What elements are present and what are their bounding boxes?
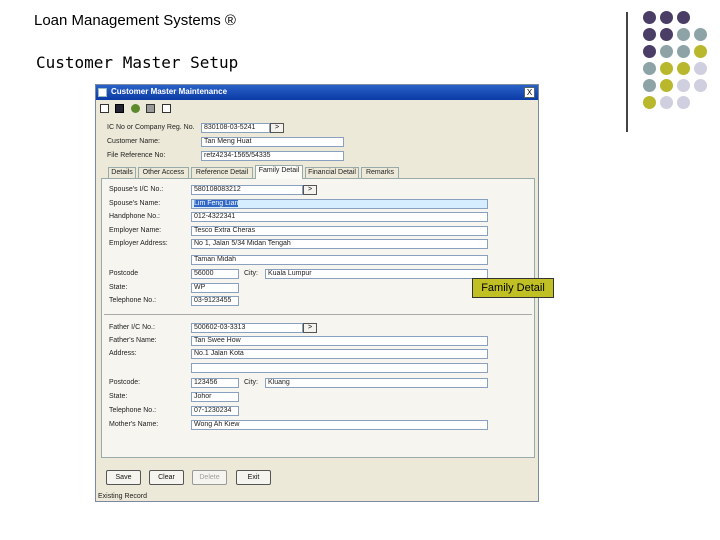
- father-ic-field[interactable]: 500602-03-3313: [191, 323, 303, 333]
- decor-dot: [660, 62, 673, 75]
- father-address-line1-field[interactable]: No.1 Jalan Kota: [191, 349, 488, 359]
- decor-dot: [694, 45, 707, 58]
- spouse-telephone-label: Telephone No.:: [109, 297, 157, 304]
- decor-dot: [643, 28, 656, 41]
- decor-dot: [694, 79, 707, 92]
- decor-dot: [643, 62, 656, 75]
- spouse-name-value: Lim Feng Lian: [194, 200, 239, 207]
- father-city-field[interactable]: Kluang: [265, 378, 488, 388]
- employer-address-label: Employer Address:: [109, 240, 168, 247]
- handphone-field[interactable]: 012-4322341: [191, 212, 488, 222]
- ic-lookup-button[interactable]: >: [270, 123, 284, 133]
- decor-dot: [677, 96, 690, 109]
- father-state-field[interactable]: Johor: [191, 392, 239, 402]
- decor-dot: [677, 79, 690, 92]
- new-icon[interactable]: [100, 104, 109, 113]
- section-divider: [104, 314, 532, 315]
- decor-dot: [643, 96, 656, 109]
- father-telephone-label: Telephone No.:: [109, 407, 157, 414]
- decor-dot: [677, 28, 690, 41]
- slide-subtitle: Customer Master Setup: [36, 53, 239, 72]
- decor-dot: [643, 11, 656, 24]
- tab-details[interactable]: Details: [108, 167, 136, 178]
- tab-remarks[interactable]: Remarks: [361, 167, 399, 178]
- print-icon[interactable]: [146, 104, 155, 113]
- decor-dot: [677, 11, 690, 24]
- father-state-label: State:: [109, 393, 128, 400]
- decor-dot: [677, 62, 690, 75]
- spouse-postcode-label: Postcode: [109, 270, 139, 277]
- tab-reference-detail[interactable]: Reference Detail: [191, 167, 253, 178]
- decor-dot: [660, 11, 673, 24]
- customer-name-label: Customer Name:: [107, 138, 160, 145]
- decor-dot: [660, 28, 673, 41]
- spouse-name-label: Spouse's Name:: [109, 200, 161, 207]
- father-postcode-field[interactable]: 123456: [191, 378, 239, 388]
- father-address-line2-field[interactable]: [191, 363, 488, 373]
- employer-address-line1-field[interactable]: No 1, Jalan 5/34 Midan Tengah: [191, 239, 488, 249]
- decor-dot: [660, 45, 673, 58]
- exit-icon[interactable]: [162, 104, 171, 113]
- decor-dot: [694, 62, 707, 75]
- tab-family-detail[interactable]: Family Detail: [255, 165, 303, 179]
- father-telephone-field[interactable]: 07-1230234: [191, 406, 239, 416]
- clear-button[interactable]: Clear: [149, 470, 184, 485]
- handphone-label: Handphone No.:: [109, 213, 160, 220]
- decor-dot: [660, 79, 673, 92]
- decor-dot: [694, 28, 707, 41]
- spouse-city-field[interactable]: Kuala Lumpur: [265, 269, 488, 279]
- employer-name-field[interactable]: Tesco Extra Cheras: [191, 226, 488, 236]
- decor-dot: [643, 79, 656, 92]
- decor-dot: [677, 45, 690, 58]
- spouse-telephone-field[interactable]: 03-9123455: [191, 296, 239, 306]
- spouse-ic-field[interactable]: 580108083212: [191, 185, 303, 195]
- ic-no-label: IC No or Company Reg. No.: [107, 124, 195, 131]
- father-name-field[interactable]: Tan Swee How: [191, 336, 488, 346]
- father-ic-lookup-button[interactable]: >: [303, 323, 317, 333]
- decor-dot: [660, 96, 673, 109]
- delete-button[interactable]: Delete: [192, 470, 227, 485]
- ic-no-field[interactable]: 830108-03-5241: [201, 123, 270, 133]
- spouse-state-field[interactable]: WP: [191, 283, 239, 293]
- mother-name-label: Mother's Name:: [109, 421, 159, 428]
- save-button[interactable]: Save: [106, 470, 141, 485]
- app-icon: [98, 88, 107, 97]
- spouse-ic-label: Spouse's I/C No.:: [109, 186, 164, 193]
- spouse-name-field[interactable]: Lim Feng Lian: [191, 199, 488, 209]
- tab-financial-detail[interactable]: Financial Detail: [305, 167, 359, 178]
- decor-divider: [626, 12, 628, 132]
- window-titlebar: Customer Master Maintenance X: [96, 85, 538, 100]
- father-postcode-label: Postcode:: [109, 379, 141, 386]
- edit-icon[interactable]: [131, 104, 140, 113]
- employer-name-label: Employer Name:: [109, 227, 162, 234]
- spouse-postcode-field[interactable]: 56000: [191, 269, 239, 279]
- father-city-label: City:: [244, 379, 258, 386]
- father-address-label: Address:: [109, 350, 137, 357]
- father-ic-label: Father I/C No.:: [109, 324, 155, 331]
- save-icon[interactable]: [115, 104, 124, 113]
- status-bar-text: Existing Record: [98, 493, 148, 500]
- mother-name-field[interactable]: Wong Ah Kiew: [191, 420, 488, 430]
- father-name-label: Father's Name:: [109, 337, 157, 344]
- exit-button[interactable]: Exit: [236, 470, 271, 485]
- file-ref-label: File Reference No:: [107, 152, 166, 159]
- spouse-state-label: State:: [109, 284, 128, 291]
- spouse-city-label: City:: [244, 270, 258, 277]
- window-title: Customer Master Maintenance: [111, 87, 228, 96]
- close-button[interactable]: X: [524, 87, 535, 98]
- family-detail-callout: Family Detail: [472, 278, 554, 298]
- customer-name-field[interactable]: Tan Meng Huat: [201, 137, 344, 147]
- decor-dot: [643, 45, 656, 58]
- spouse-ic-lookup-button[interactable]: >: [303, 185, 317, 195]
- tab-other-access[interactable]: Other Access: [138, 167, 189, 178]
- employer-address-line2-field[interactable]: Taman Midah: [191, 255, 488, 265]
- slide-title: Loan Management Systems ®: [34, 12, 236, 29]
- file-ref-field[interactable]: refz4234-1565/54335: [201, 151, 344, 161]
